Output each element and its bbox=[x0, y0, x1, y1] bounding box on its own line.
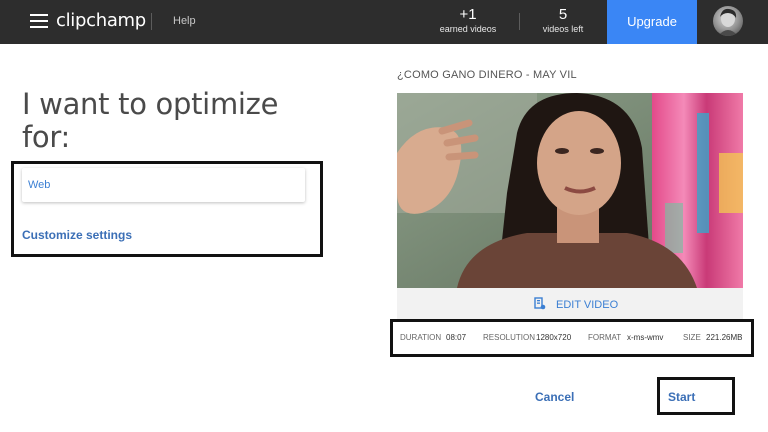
avatar[interactable] bbox=[713, 6, 743, 36]
menu-icon[interactable] bbox=[30, 14, 48, 28]
earned-videos-stat: +1 earned videos bbox=[423, 6, 513, 35]
videos-left-count: 5 bbox=[558, 6, 568, 23]
edit-video-icon[interactable] bbox=[534, 297, 546, 310]
video-title: ¿COMO GANO DINERO - MAY VIL bbox=[397, 69, 577, 81]
top-bar: clipchamp Help +1 earned videos 5 videos… bbox=[0, 0, 768, 44]
format-label: FORMAT bbox=[588, 333, 622, 342]
format-value: x-ms-wmv bbox=[627, 333, 664, 342]
topbar-divider bbox=[151, 13, 152, 30]
optimize-for-value: Web bbox=[28, 179, 51, 191]
start-button[interactable]: Start bbox=[668, 390, 695, 404]
size-label: SIZE bbox=[683, 333, 701, 342]
duration-value: 08:07 bbox=[446, 333, 467, 342]
resolution-value: 1280x720 bbox=[536, 333, 572, 342]
avatar-image bbox=[718, 8, 738, 36]
upgrade-button[interactable]: Upgrade bbox=[607, 0, 697, 44]
duration-label: DURATION bbox=[400, 333, 442, 342]
customize-settings-link[interactable]: Customize settings bbox=[22, 228, 132, 242]
earned-videos-label: earned videos bbox=[439, 24, 497, 34]
video-preview[interactable] bbox=[397, 93, 743, 288]
edit-video-link[interactable]: EDIT VIDEO bbox=[556, 299, 618, 311]
help-link[interactable]: Help bbox=[173, 15, 196, 27]
size-value: 221.26MB bbox=[706, 333, 743, 342]
cancel-button[interactable]: Cancel bbox=[535, 390, 574, 404]
resolution-label: RESOLUTION bbox=[483, 333, 536, 342]
optimize-heading: I want to optimize for: bbox=[22, 87, 279, 154]
videos-left-stat: 5 videos left bbox=[518, 6, 608, 35]
earned-videos-count: +1 bbox=[459, 6, 477, 23]
optimize-for-select[interactable]: Web bbox=[22, 168, 305, 202]
app-logo[interactable]: clipchamp bbox=[56, 10, 146, 31]
videos-left-label: videos left bbox=[542, 24, 584, 34]
video-thumbnail bbox=[397, 93, 743, 288]
